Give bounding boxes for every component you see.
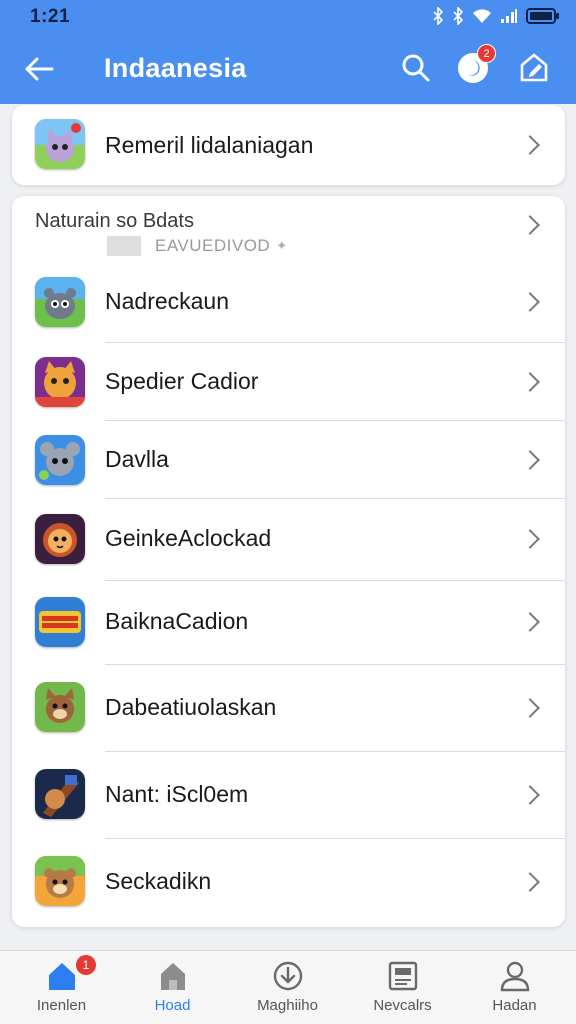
status-icons xyxy=(432,7,560,25)
top-item-card: Remeril lidalaniagan xyxy=(12,105,565,185)
app-icon-fox xyxy=(35,357,85,407)
nav-label: Maghiiho xyxy=(257,997,318,1014)
app-icon-warrior xyxy=(35,769,85,819)
top-bar: 1:21 Indaanesia 2 xyxy=(0,0,576,104)
chevron-right-icon xyxy=(520,698,540,718)
app-icon-squirrel xyxy=(35,682,85,732)
app-icon-mouse xyxy=(35,435,85,485)
list-item[interactable]: Nadreckaun xyxy=(12,264,565,340)
nav-label: Nevcalrs xyxy=(373,997,432,1014)
bluetooth-icon xyxy=(433,7,444,25)
nav-label: Inenlen xyxy=(36,997,87,1014)
search-icon xyxy=(402,54,430,82)
status-time: 1:21 xyxy=(30,6,71,27)
section-title: Naturain so Bdats xyxy=(35,210,194,232)
person-icon xyxy=(498,959,532,993)
arrow-left-icon xyxy=(25,57,54,81)
nav-badge: 1 xyxy=(76,955,96,975)
back-button[interactable] xyxy=(20,50,58,88)
list-item[interactable]: Seckadikn xyxy=(12,839,565,925)
list-item-label: Dabeatiuolaskan xyxy=(105,694,277,720)
nav-item-download[interactable]: Maghiiho xyxy=(230,951,345,1024)
list-item-label: Nant: iScl0em xyxy=(105,781,249,807)
list-item-label: GeinkeAclockad xyxy=(105,525,272,551)
store-icon xyxy=(156,959,190,993)
list-item[interactable]: BaiknaCadion xyxy=(12,581,565,663)
battery-icon xyxy=(526,8,559,24)
nav-item-news[interactable]: Nevcalrs xyxy=(345,951,460,1024)
nav-label: Hoad xyxy=(154,997,191,1014)
chevron-right-icon xyxy=(520,450,540,470)
list-item-label: BaiknaCadion xyxy=(105,608,249,634)
status-bar: 1:21 xyxy=(0,0,576,32)
placeholder-box xyxy=(107,236,141,256)
bottom-nav: 1 Inenlen Hoad Maghiiho Nevcalrs Hadan xyxy=(0,950,576,1024)
app-icon-cat xyxy=(35,119,85,169)
notification-badge: 2 xyxy=(477,44,496,63)
wifi-icon xyxy=(473,9,491,23)
share-edit-icon xyxy=(520,53,548,82)
download-circle-icon xyxy=(271,959,305,993)
nav-label: Hadan xyxy=(492,997,537,1014)
section-subtitle-row: EAVUEDIVOD ✦ xyxy=(107,236,288,256)
list-item[interactable]: Davlla xyxy=(12,421,565,499)
chevron-right-icon xyxy=(520,292,540,312)
list-item-label: Davlla xyxy=(105,446,169,472)
section-card: Naturain so Bdats EAVUEDIVOD ✦ Nadreckau… xyxy=(12,196,565,927)
chevron-right-icon xyxy=(520,529,540,549)
top-item-label: Remeril lidalaniagan xyxy=(105,132,314,158)
chevron-right-icon xyxy=(520,612,540,632)
notifications-button[interactable]: 2 xyxy=(453,44,496,88)
chevron-right-icon xyxy=(520,372,540,392)
chevron-right-icon xyxy=(520,872,540,892)
section-header[interactable]: Naturain so Bdats EAVUEDIVOD ✦ xyxy=(12,196,565,262)
share-button[interactable] xyxy=(514,48,554,88)
app-icon-hamster xyxy=(35,856,85,906)
chevron-right-icon xyxy=(520,785,540,805)
page-title: Indaanesia xyxy=(104,53,247,83)
diamond-icon: ✦ xyxy=(276,238,288,253)
nav-item-home[interactable]: 1 Inenlen xyxy=(4,951,119,1024)
list-item-label: Spedier Cadior xyxy=(105,368,259,394)
nav-item-profile[interactable]: Hadan xyxy=(457,951,572,1024)
app-icon-logo-game xyxy=(35,597,85,647)
app-icon-raccoon xyxy=(35,277,85,327)
list-item[interactable]: Spedier Cadior xyxy=(12,343,565,421)
list-item-label: Seckadikn xyxy=(105,868,212,894)
list-item-label: Nadreckaun xyxy=(105,288,230,314)
top-item-row[interactable]: Remeril lidalaniagan xyxy=(12,105,565,185)
nav-item-hoad[interactable]: Hoad xyxy=(115,951,230,1024)
search-button[interactable] xyxy=(396,48,436,88)
bluetooth-icon-alt xyxy=(453,7,464,25)
home-icon xyxy=(45,959,79,993)
list-item[interactable]: Dabeatiuolaskan xyxy=(12,665,565,751)
news-icon xyxy=(386,959,420,993)
section-subtitle: EAVUEDIVOD xyxy=(155,236,271,255)
signal-icon xyxy=(501,9,517,23)
list-item[interactable]: GeinkeAclockad xyxy=(12,499,565,579)
list-item[interactable]: Nant: iScl0em xyxy=(12,752,565,838)
app-icon-lion xyxy=(35,514,85,564)
chevron-right-icon xyxy=(520,135,540,155)
app-bar: Indaanesia 2 xyxy=(0,36,576,100)
chevron-right-icon xyxy=(520,215,540,235)
